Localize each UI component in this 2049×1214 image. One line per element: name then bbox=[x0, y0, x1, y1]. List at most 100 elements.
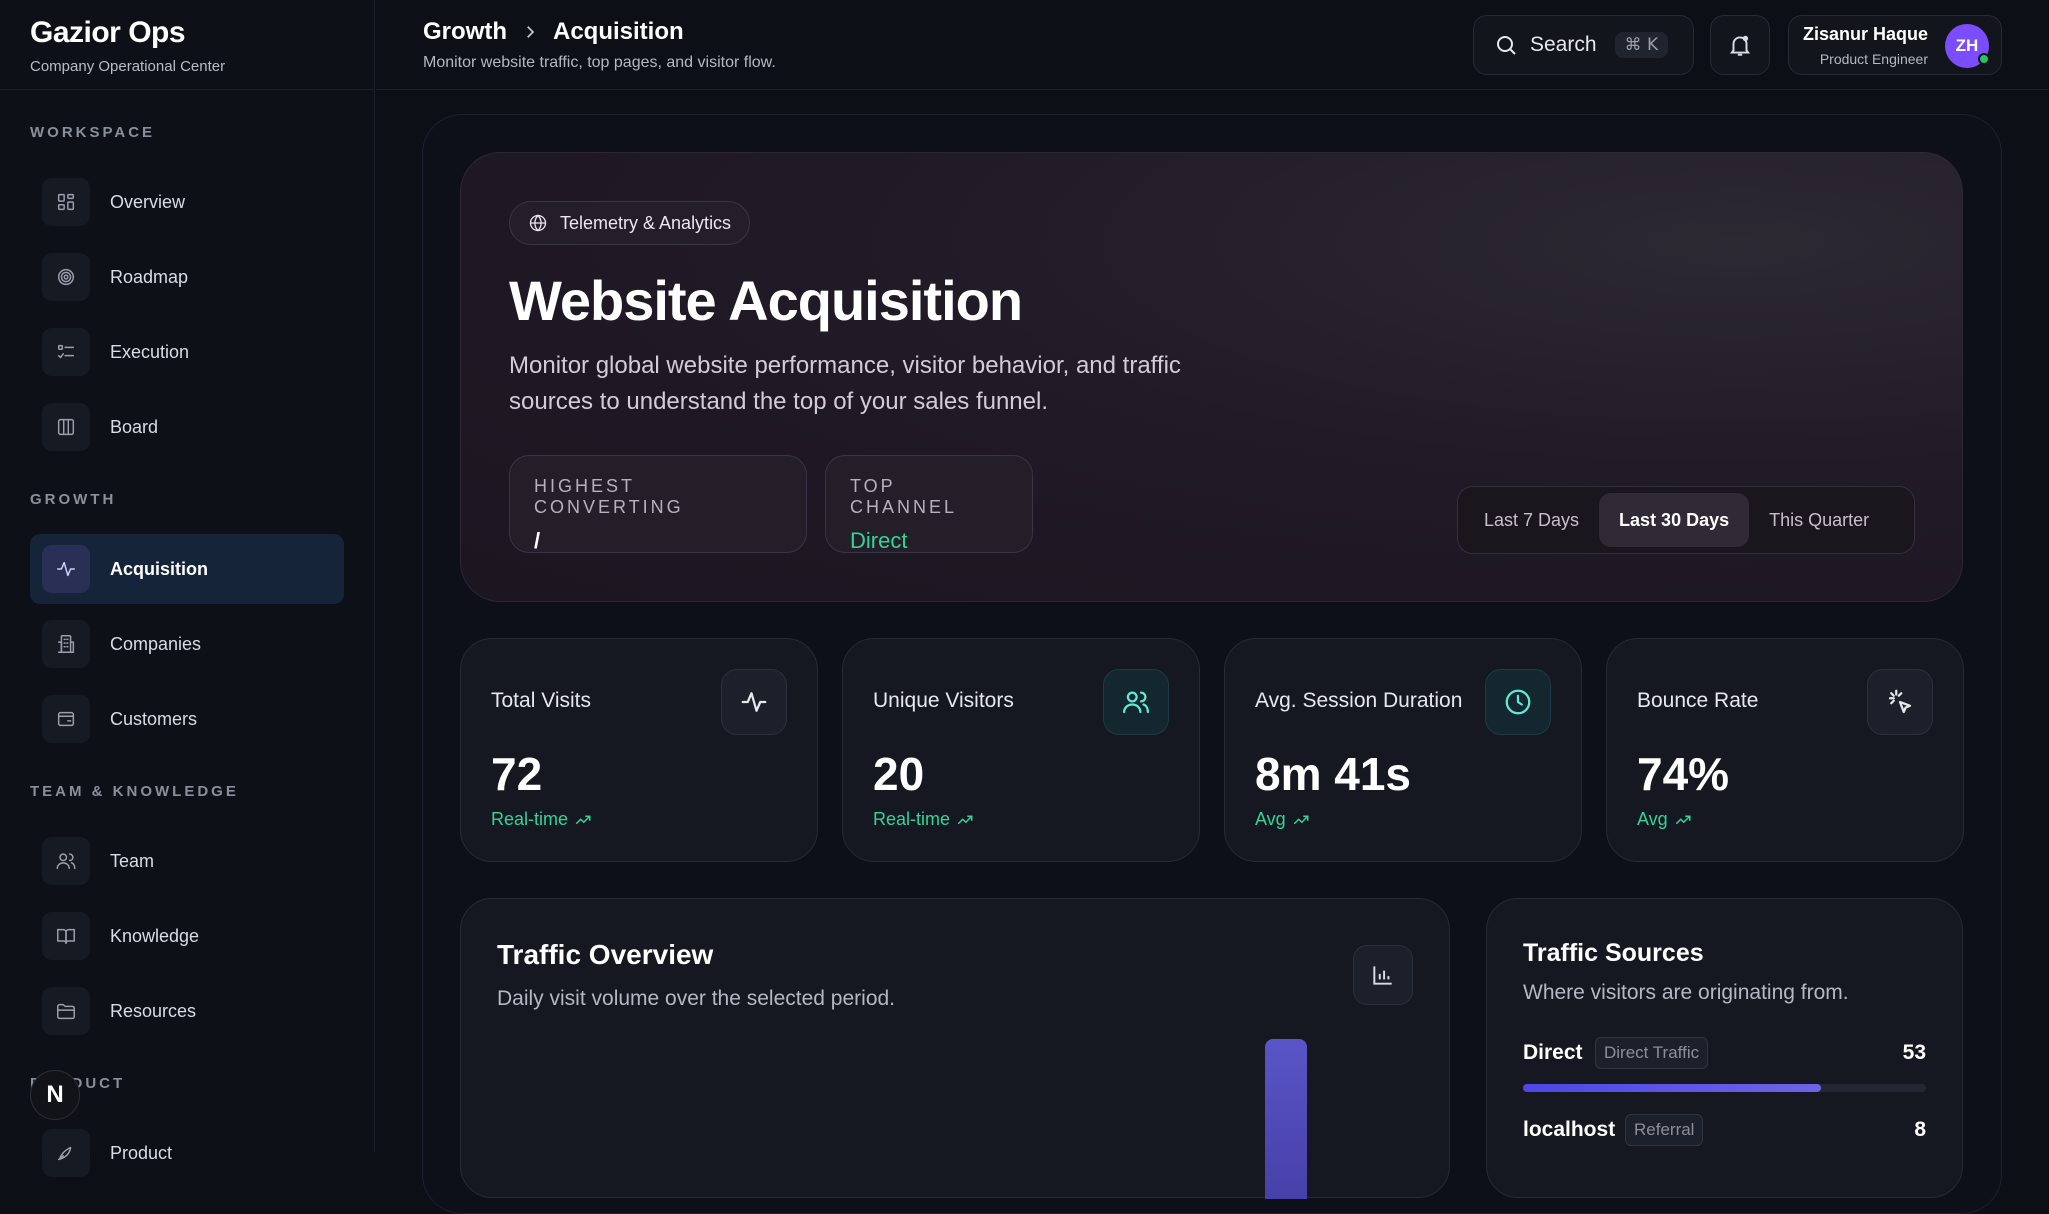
app-launcher-badge[interactable]: N bbox=[30, 1070, 80, 1120]
user-role: Product Engineer bbox=[1819, 51, 1928, 67]
sidebar-item-roadmap[interactable]: Roadmap bbox=[30, 242, 344, 312]
sidebar-item-label: Companies bbox=[110, 633, 202, 654]
section-label-workspace: WORKSPACE bbox=[30, 124, 156, 141]
brand-title: Gazior Ops bbox=[30, 16, 186, 49]
sidebar-item-knowledge[interactable]: Knowledge bbox=[30, 901, 344, 971]
sidebar-item-customers[interactable]: Customers bbox=[30, 684, 344, 754]
stat-value: 20 bbox=[873, 748, 925, 800]
stat-card-bounce-rate: Bounce Rate 74% Avg bbox=[1606, 638, 1964, 862]
hero-description: Monitor global website performance, visi… bbox=[509, 352, 1181, 415]
brand-subtitle: Company Operational Center bbox=[30, 58, 226, 75]
chart-bar[interactable] bbox=[1265, 1039, 1307, 1199]
source-count: 53 bbox=[1902, 1041, 1926, 1064]
source-row-direct[interactable]: Direct Direct Traffic 53 bbox=[1523, 1037, 1926, 1077]
list-check-icon bbox=[42, 328, 90, 376]
traffic-overview-subtitle: Daily visit volume over the selected per… bbox=[497, 987, 896, 1010]
sidebar-item-team[interactable]: Team bbox=[30, 826, 344, 896]
source-tag: Direct Traffic bbox=[1595, 1037, 1709, 1069]
bar-chart-icon[interactable] bbox=[1353, 945, 1413, 1005]
sidebar-item-label: Acquisition bbox=[110, 558, 208, 579]
sidebar-item-label: Board bbox=[110, 416, 159, 437]
sidebar-item-resources[interactable]: Resources bbox=[30, 976, 344, 1046]
chevron-right-icon bbox=[521, 23, 539, 41]
sidebar-item-label: Customers bbox=[110, 708, 198, 729]
sidebar-item-board[interactable]: Board bbox=[30, 392, 344, 462]
sidebar-item-label: Team bbox=[110, 850, 155, 871]
avatar: ZH bbox=[1945, 24, 1990, 68]
stat-value: 74% bbox=[1637, 748, 1730, 800]
sidebar-item-overview[interactable]: Overview bbox=[30, 167, 344, 237]
book-icon bbox=[42, 912, 90, 960]
range-this-quarter[interactable]: This Quarter bbox=[1749, 493, 1889, 547]
sidebar-item-label: Execution bbox=[110, 341, 190, 362]
highest-converting-label: HIGHEST CONVERTING bbox=[534, 476, 684, 517]
stat-trend: Avg bbox=[1637, 809, 1692, 830]
bell-icon bbox=[1729, 35, 1751, 56]
source-name: Direct bbox=[1523, 1041, 1583, 1064]
stat-card-total-visits: Total Visits 72 Real-time bbox=[460, 638, 818, 862]
search-button[interactable]: Search ⌘ K bbox=[1473, 15, 1694, 75]
user-menu[interactable]: Zisanur Haque Product Engineer ZH bbox=[1788, 15, 2002, 75]
date-range-selector: Last 7 Days Last 30 Days This Quarter bbox=[1457, 486, 1915, 554]
notifications-button[interactable] bbox=[1710, 15, 1770, 75]
highest-converting-card: HIGHEST CONVERTING / bbox=[509, 455, 807, 553]
stat-label: Unique Visitors bbox=[873, 689, 1014, 712]
traffic-overview-title: Traffic Overview bbox=[497, 939, 714, 970]
hero-tag: Telemetry & Analytics bbox=[509, 201, 751, 245]
traffic-sources-title: Traffic Sources bbox=[1523, 939, 1704, 967]
range-last-30-days[interactable]: Last 30 Days bbox=[1599, 493, 1750, 547]
section-label-team-knowledge: TEAM & KNOWLEDGE bbox=[30, 783, 239, 800]
stat-trend: Avg bbox=[1255, 809, 1310, 830]
source-row-localhost[interactable]: localhost Referral 8 bbox=[1523, 1114, 1926, 1154]
traffic-overview-panel: Traffic Overview Daily visit volume over… bbox=[460, 898, 1450, 1199]
users-icon bbox=[42, 837, 90, 885]
top-bar: Growth Acquisition Monitor website traff… bbox=[376, 0, 2049, 90]
breadcrumb-growth[interactable]: Growth bbox=[423, 18, 507, 46]
trending-up-icon bbox=[957, 815, 973, 824]
stat-trend-label: Real-time bbox=[873, 809, 951, 829]
section-label-growth: GROWTH bbox=[30, 491, 117, 508]
stat-trend: Real-time bbox=[491, 809, 592, 830]
source-progress-fill bbox=[1523, 1084, 1822, 1092]
stat-trend: Real-time bbox=[873, 809, 974, 830]
stat-value: 72 bbox=[491, 748, 543, 800]
top-channel-label: TOP CHANNEL bbox=[850, 476, 958, 517]
stat-card-unique-visitors: Unique Visitors 20 Real-time bbox=[842, 638, 1200, 862]
pointer-click-icon bbox=[1867, 669, 1933, 735]
target-icon bbox=[42, 253, 90, 301]
sidebar-item-label: Knowledge bbox=[110, 925, 200, 946]
sidebar-item-acquisition[interactable]: Acquisition bbox=[30, 534, 344, 604]
search-shortcut: ⌘ K bbox=[1614, 32, 1669, 58]
trending-up-icon bbox=[1675, 815, 1691, 824]
page-title: Website Acquisition bbox=[509, 269, 1023, 332]
top-channel-value: Direct bbox=[850, 528, 908, 553]
range-last-7-days[interactable]: Last 7 Days bbox=[1464, 493, 1599, 547]
users-icon bbox=[1103, 669, 1169, 735]
globe-icon bbox=[529, 214, 547, 232]
wallet-icon bbox=[42, 695, 90, 743]
brand[interactable]: Gazior Ops Company Operational Center bbox=[30, 16, 225, 75]
trending-up-icon bbox=[1293, 815, 1309, 824]
stat-label: Total Visits bbox=[491, 689, 591, 712]
hero-tag-label: Telemetry & Analytics bbox=[560, 212, 732, 233]
activity-icon bbox=[721, 669, 787, 735]
online-status-dot bbox=[1978, 53, 1990, 65]
user-name: Zisanur Haque bbox=[1802, 24, 1928, 44]
sidebar-item-product[interactable]: Product bbox=[30, 1118, 344, 1188]
breadcrumb: Growth Acquisition bbox=[423, 18, 684, 46]
grid-icon bbox=[42, 178, 90, 226]
traffic-sources-panel: Traffic Sources Where visitors are origi… bbox=[1486, 898, 1963, 1198]
sidebar-item-companies[interactable]: Companies bbox=[30, 609, 344, 679]
source-name: localhost bbox=[1523, 1118, 1616, 1141]
stat-value: 8m 41s bbox=[1255, 748, 1412, 800]
stat-label: Avg. Session Duration bbox=[1255, 689, 1463, 712]
stat-card-avg-session-duration: Avg. Session Duration 8m 41s Avg bbox=[1224, 638, 1582, 862]
sidebar-item-label: Product bbox=[110, 1142, 173, 1163]
source-progress-track bbox=[1523, 1084, 1926, 1092]
sidebar-item-label: Roadmap bbox=[110, 266, 189, 287]
sidebar-item-label: Resources bbox=[110, 1000, 197, 1021]
stat-trend-label: Avg bbox=[1637, 809, 1668, 829]
highest-converting-value: / bbox=[534, 528, 541, 553]
page-subtitle: Monitor website traffic, top pages, and … bbox=[423, 54, 776, 71]
sidebar-item-execution[interactable]: Execution bbox=[30, 317, 344, 387]
